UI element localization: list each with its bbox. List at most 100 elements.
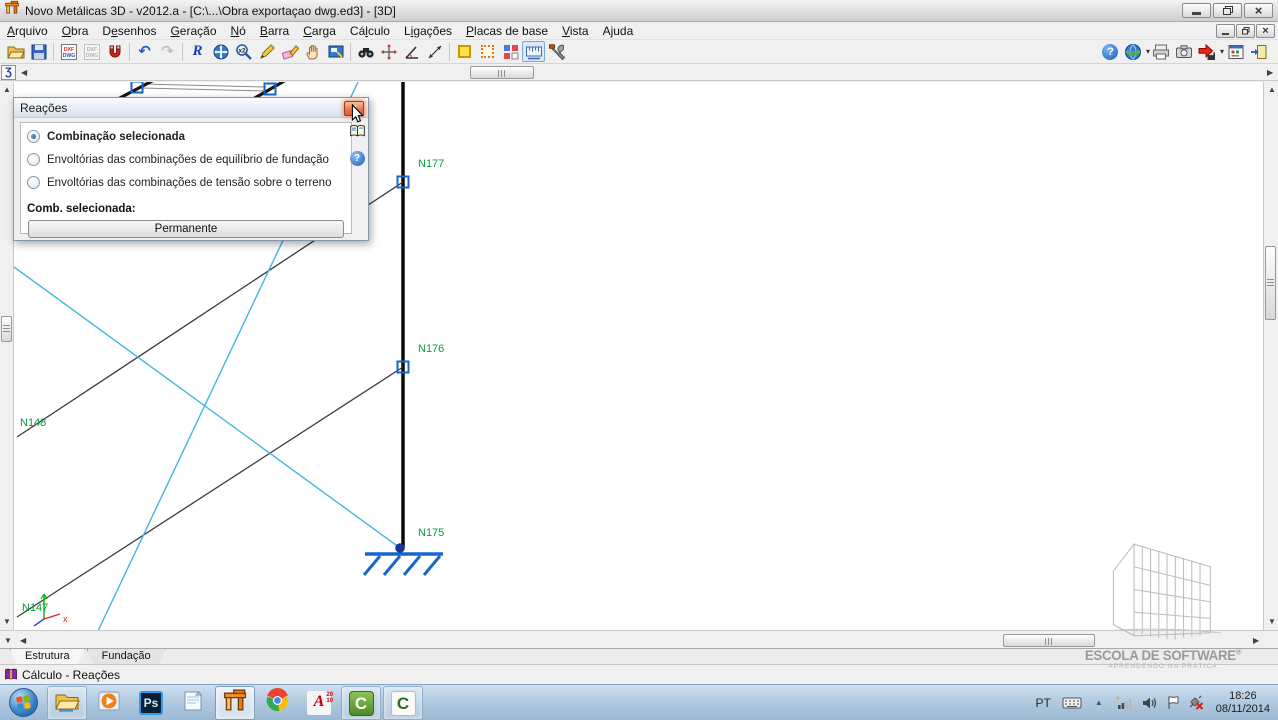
taskbar-item-camtasia-studio[interactable]: C: [383, 686, 423, 720]
scroll-down-icon[interactable]: ▼: [3, 618, 11, 626]
tools-icon[interactable]: [545, 41, 568, 62]
tab-estrutura[interactable]: Estrutura: [10, 649, 85, 665]
radio-icon[interactable]: [27, 176, 40, 189]
menu-barra[interactable]: Barra: [253, 23, 296, 39]
scroll-corner-icon[interactable]: ▼: [4, 637, 12, 645]
structure-member[interactable]: [424, 556, 440, 575]
child-restore-button[interactable]: [1236, 24, 1255, 38]
taskbar-item-autocad[interactable]: A2010: [299, 686, 339, 720]
capture-icon[interactable]: [1173, 41, 1196, 62]
hidden-icons-chevron[interactable]: ▲: [1090, 698, 1108, 707]
right-scroll-thumb[interactable]: [1265, 246, 1276, 320]
taskbar-item-photoshop[interactable]: Ps: [131, 686, 171, 720]
start-button[interactable]: [0, 685, 46, 720]
scroll-left-icon[interactable]: ◀: [21, 69, 27, 77]
left-vertical-scrollbar[interactable]: ▲ ▼: [0, 82, 14, 630]
support-node-marker[interactable]: [395, 543, 405, 553]
menu-ajuda[interactable]: Ajuda: [596, 23, 641, 39]
menu-placas-de-base[interactable]: Placas de base: [459, 23, 555, 39]
dialog-title-bar[interactable]: Reações ×: [14, 98, 368, 118]
scroll-down-icon[interactable]: ▼: [1268, 618, 1276, 626]
network-icon[interactable]: *: [1116, 695, 1133, 710]
help-icon[interactable]: ?: [350, 151, 365, 166]
child-close-button[interactable]: ×: [1256, 24, 1275, 38]
structure-member[interactable]: [404, 556, 420, 575]
permanente-button[interactable]: Permanente: [28, 220, 344, 238]
pan-icon[interactable]: [301, 41, 324, 62]
right-vertical-scrollbar[interactable]: ▲ ▼: [1263, 82, 1278, 630]
taskbar-item-wmp[interactable]: [89, 686, 129, 720]
scroll-right-icon[interactable]: ▶: [1253, 637, 1259, 645]
layer-icon[interactable]: [453, 41, 476, 62]
action-center-flag-icon[interactable]: [1166, 695, 1180, 710]
scroll-left-icon[interactable]: ◀: [20, 637, 26, 645]
dxf-import-icon[interactable]: DXFDWG: [57, 41, 80, 62]
structure-member[interactable]: [384, 556, 400, 575]
bottom-scroll-thumb[interactable]: [1003, 634, 1095, 647]
structure-member[interactable]: [34, 619, 44, 626]
menu-ligações[interactable]: Ligações: [397, 23, 459, 39]
open-icon[interactable]: [4, 41, 27, 62]
volume-icon[interactable]: [1141, 696, 1158, 710]
left-scroll-thumb[interactable]: [1, 316, 12, 342]
menu-desenhos[interactable]: Desenhos: [95, 23, 163, 39]
option-envoltorias-equilibrio[interactable]: Envoltórias das combinações de equilíbri…: [27, 151, 345, 168]
top-scroll-thumb[interactable]: [470, 66, 534, 79]
zoom-all-icon[interactable]: [209, 41, 232, 62]
language-indicator[interactable]: PT: [1035, 696, 1050, 710]
structure-member[interactable]: [44, 614, 60, 619]
magnet-icon[interactable]: [103, 41, 126, 62]
angle-icon[interactable]: [400, 41, 423, 62]
option-combinacao-selecionada[interactable]: Combinação selecionada: [27, 128, 345, 145]
taskbar-item-explorer[interactable]: [47, 686, 87, 720]
references-icon[interactable]: [499, 41, 522, 62]
view-3d-icon[interactable]: [1122, 41, 1145, 62]
report-icon[interactable]: [1224, 41, 1247, 62]
save-icon[interactable]: [27, 41, 50, 62]
redraw-icon[interactable]: R: [186, 41, 209, 62]
move-node-icon[interactable]: [377, 41, 400, 62]
taskbar-clock[interactable]: 18:26 08/11/2014: [1216, 690, 1270, 716]
export-icon[interactable]: [1196, 41, 1219, 62]
taskbar-item-metalicas3d[interactable]: [215, 686, 255, 720]
bottom-horizontal-scrollbar[interactable]: ▼ ◀ ▶: [0, 630, 1278, 648]
search-icon[interactable]: [354, 41, 377, 62]
top-horizontal-scrollbar[interactable]: Ʒ ◀ ▶: [0, 64, 1278, 81]
structure-member[interactable]: [142, 84, 266, 87]
menu-nó[interactable]: Nó: [224, 23, 253, 39]
taskbar-item-camtasia-recorder[interactable]: C: [341, 686, 381, 720]
tab-fundacao[interactable]: Fundação: [87, 649, 166, 665]
menu-vista[interactable]: Vista: [555, 23, 595, 39]
menu-obra[interactable]: Obra: [55, 23, 96, 39]
keyboard-icon[interactable]: [1062, 696, 1082, 710]
menu-arquivo[interactable]: Arquivo: [0, 23, 55, 39]
edit-icon[interactable]: [255, 41, 278, 62]
zoom-window-icon[interactable]: [324, 41, 347, 62]
structure-member[interactable]: [364, 556, 380, 575]
dimension-icon[interactable]: [423, 41, 446, 62]
erase-icon[interactable]: [278, 41, 301, 62]
minimize-button[interactable]: [1182, 3, 1211, 18]
taskbar-item-notepad[interactable]: [173, 686, 213, 720]
measure-icon[interactable]: [522, 41, 545, 62]
undo-icon[interactable]: ↶: [133, 41, 156, 62]
restore-button[interactable]: [1213, 3, 1242, 18]
scroll-right-icon[interactable]: ▶: [1267, 69, 1273, 77]
help-icon[interactable]: ?: [1099, 41, 1122, 62]
mdi-child-icon[interactable]: Ʒ: [1, 65, 16, 80]
no-internet-icon[interactable]: [1188, 695, 1204, 710]
option-envoltorias-tensao[interactable]: Envoltórias das combinações de tensão so…: [27, 174, 345, 191]
close-button[interactable]: ×: [1244, 3, 1273, 18]
taskbar-item-chrome[interactable]: [257, 686, 297, 720]
exit-icon[interactable]: [1247, 41, 1270, 62]
selection-icon[interactable]: [476, 41, 499, 62]
structure-member[interactable]: [17, 367, 403, 617]
menu-carga[interactable]: Carga: [296, 23, 343, 39]
menu-cálculo[interactable]: Cálculo: [343, 23, 397, 39]
structure-member[interactable]: [14, 267, 400, 548]
child-minimize-button[interactable]: [1216, 24, 1235, 38]
print-icon[interactable]: [1150, 41, 1173, 62]
structure-member[interactable]: [142, 88, 266, 91]
scroll-up-icon[interactable]: ▲: [3, 86, 11, 94]
radio-icon[interactable]: [27, 153, 40, 166]
